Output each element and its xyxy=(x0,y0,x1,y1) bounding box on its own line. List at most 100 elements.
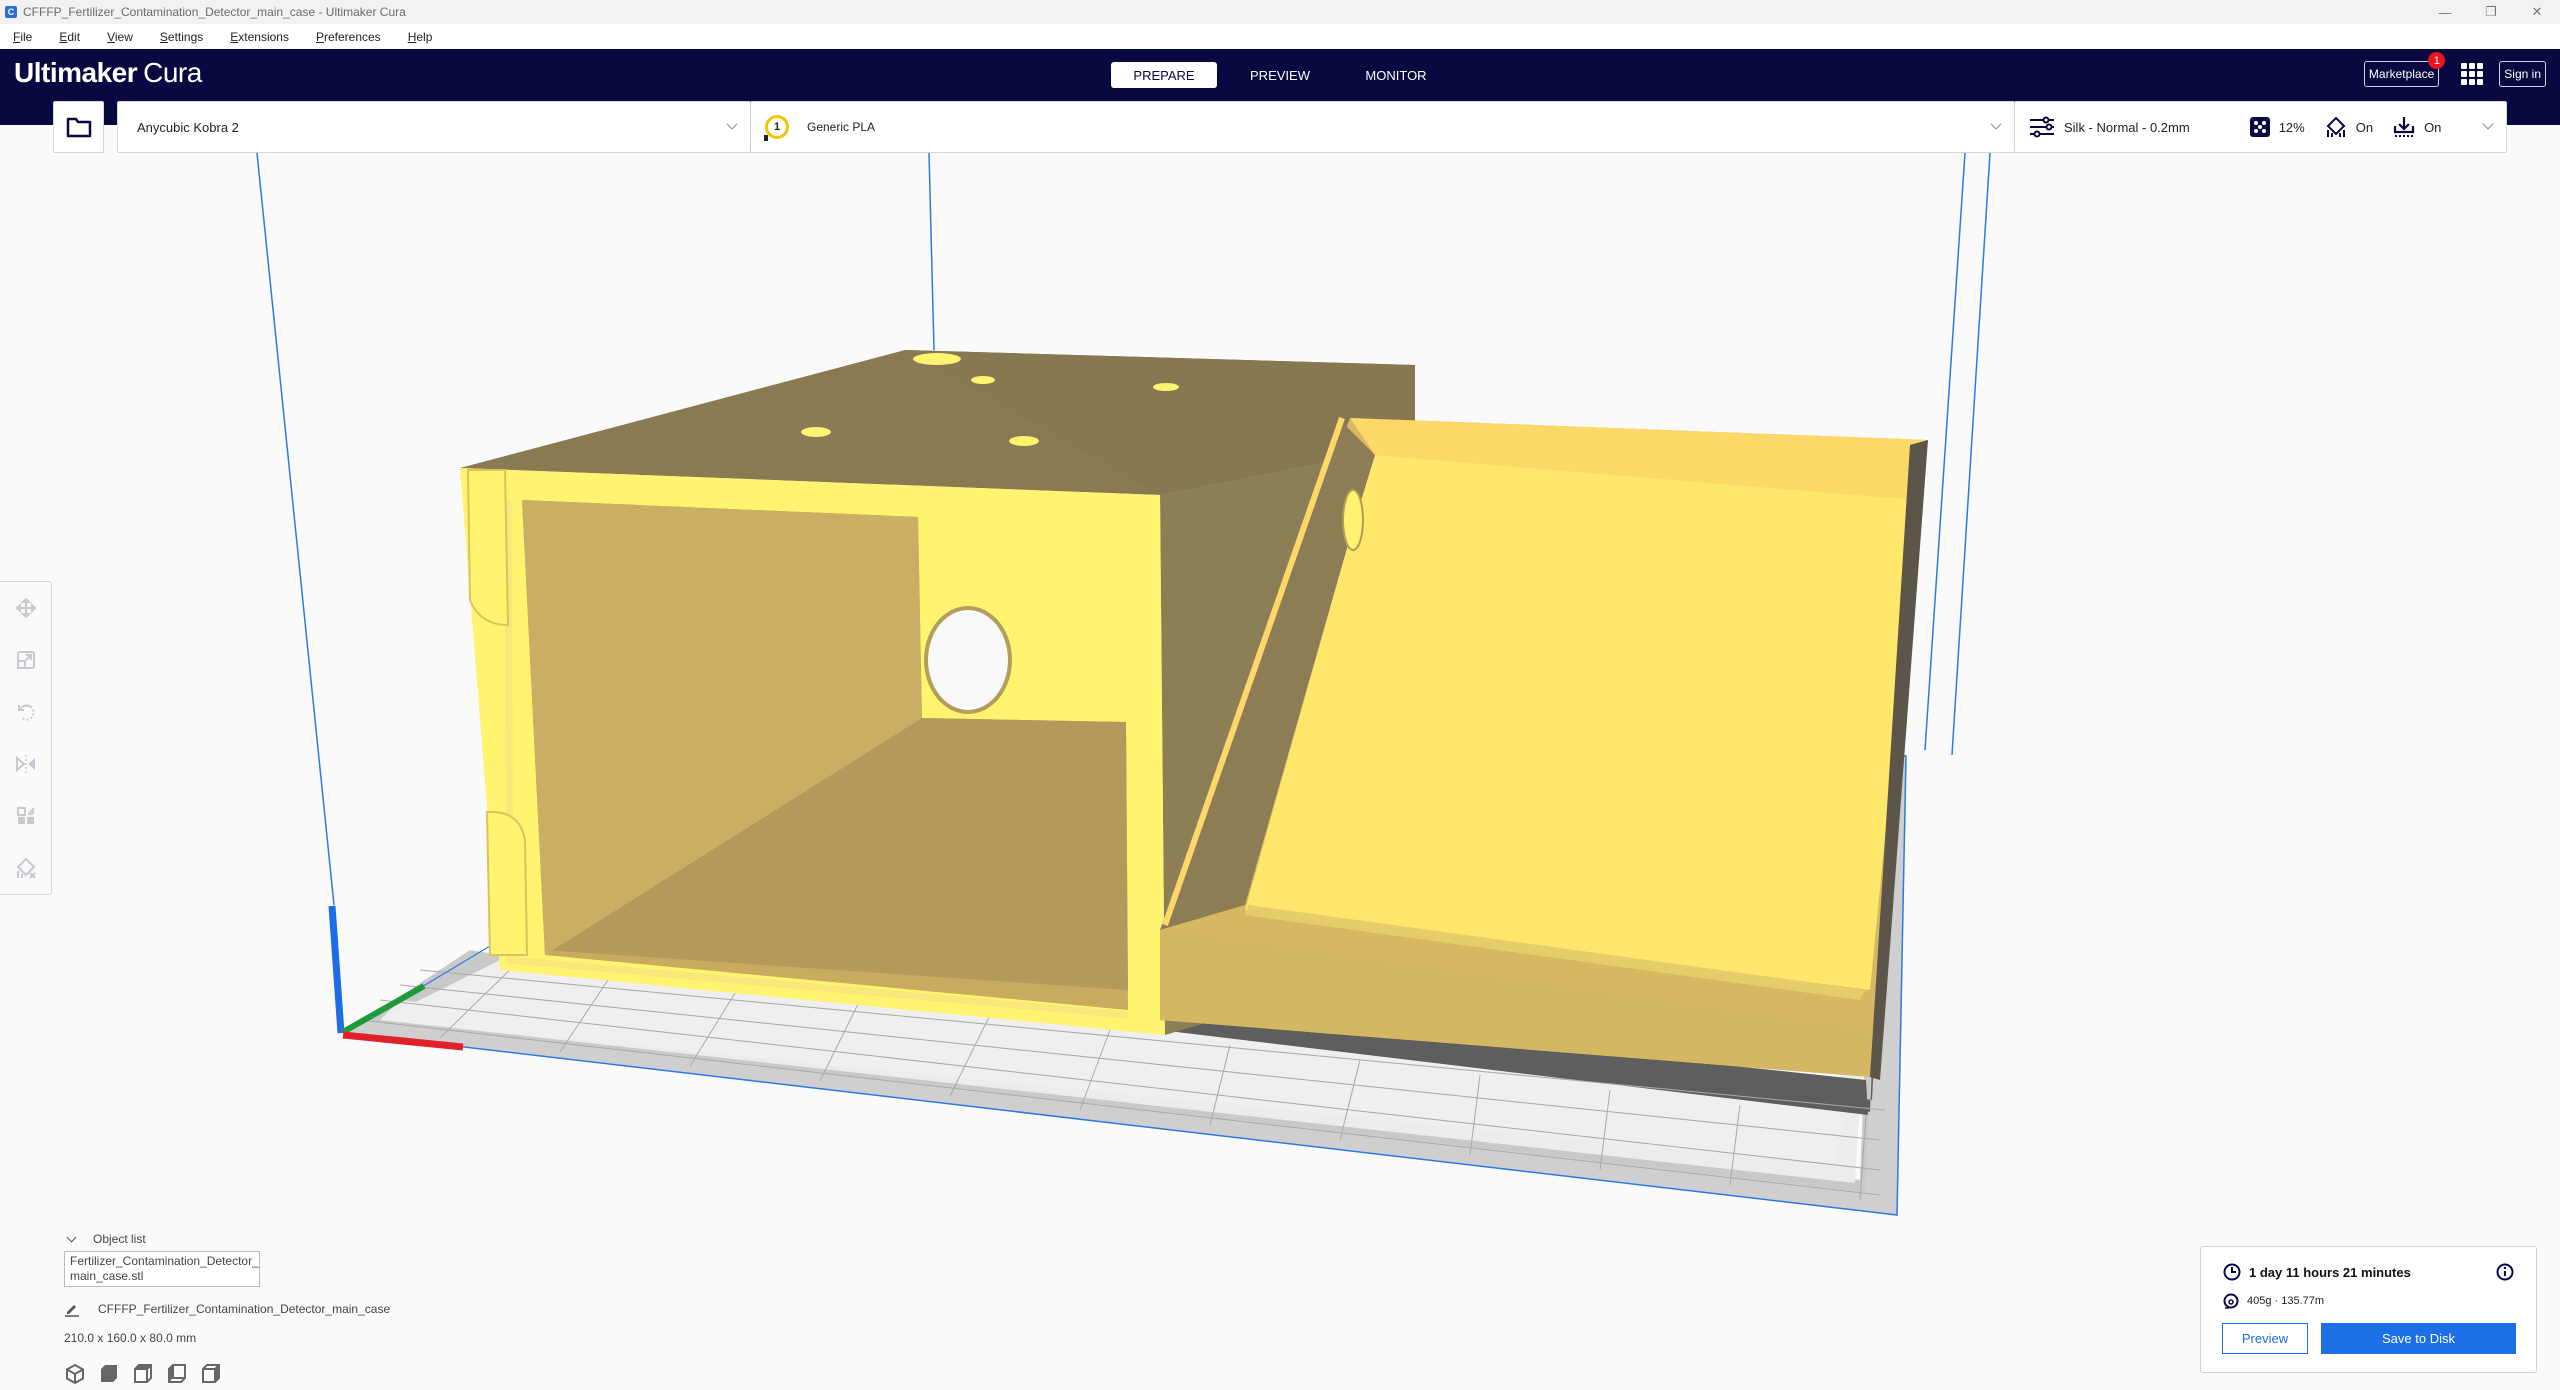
window-title: CFFFP_Fertilizer_Contamination_Detector_… xyxy=(23,5,406,19)
object-file-line-2: main_case.stl xyxy=(70,1269,144,1283)
infill-icon xyxy=(2249,117,2270,137)
3d-viewport[interactable] xyxy=(0,153,2560,1390)
front-view-icon xyxy=(101,1365,117,1382)
3d-view-button[interactable] xyxy=(64,1363,86,1388)
support-value: On xyxy=(2355,119,2374,135)
menu-preferences[interactable]: Preferences xyxy=(316,30,381,44)
notification-badge: 1 xyxy=(2428,52,2446,69)
mounting-hole xyxy=(801,427,831,437)
folder-icon xyxy=(66,117,91,138)
material-selector[interactable]: 1 Generic PLA xyxy=(750,101,2015,153)
menu-extensions[interactable]: Extensions xyxy=(230,30,289,44)
extruder-badge-icon: 1 xyxy=(764,115,789,141)
mounting-hole xyxy=(1009,436,1039,446)
3d-view-icon xyxy=(66,1363,84,1385)
per-model-settings-icon xyxy=(17,807,35,824)
tray-side-hole xyxy=(1342,489,1364,551)
job-name[interactable]: CFFFP_Fertilizer_Contamination_Detector_… xyxy=(98,1302,390,1316)
mounting-hole xyxy=(971,376,995,384)
marketplace-button[interactable]: Marketplace 1 xyxy=(2363,52,2446,87)
logo-light-text: Cura xyxy=(143,57,202,88)
print-time: 1 day 11 hours 21 minutes xyxy=(2249,1264,2411,1280)
menu-view[interactable]: View xyxy=(107,30,133,44)
close-button[interactable]: ✕ xyxy=(2514,0,2560,24)
tab-prepare[interactable]: PREPARE xyxy=(1111,62,1217,88)
object-dimensions: 210.0 x 160.0 x 80.0 mm xyxy=(64,1331,197,1345)
right-view-button[interactable] xyxy=(200,1363,222,1388)
pencil-icon[interactable] xyxy=(64,1301,80,1317)
material-usage: 405g · 135.77m xyxy=(2247,1295,2325,1307)
object-list-panel: Object list Fertilizer_Contamination_Det… xyxy=(64,1232,390,1388)
right-view-icon xyxy=(202,1364,220,1383)
object-list-item[interactable]: Fertilizer_Contamination_Detector_ main_… xyxy=(64,1251,260,1287)
profile-name: Silk - Normal - 0.2mm xyxy=(2064,119,2190,135)
menu-help[interactable]: Help xyxy=(408,30,433,44)
printer-selector[interactable]: Anycubic Kobra 2 xyxy=(117,101,751,153)
save-to-disk-button[interactable]: Save to Disk xyxy=(2321,1323,2516,1354)
transform-toolbox xyxy=(0,581,52,895)
build-volume-edge xyxy=(1951,153,1991,756)
front-view-button[interactable] xyxy=(98,1363,120,1388)
menu-settings[interactable]: Settings xyxy=(160,30,203,44)
material-name: Generic PLA xyxy=(807,120,876,134)
scale-icon xyxy=(17,651,35,669)
mirror-tool[interactable] xyxy=(0,738,52,790)
top-view-icon xyxy=(134,1364,152,1383)
print-settings-selector[interactable]: Silk - Normal - 0.2mm 12% On On xyxy=(2014,101,2507,153)
move-tool[interactable] xyxy=(0,582,52,634)
rotate-tool[interactable] xyxy=(0,686,52,738)
settings-sliders-icon xyxy=(2030,116,2054,138)
object-list-heading: Object list xyxy=(93,1232,146,1246)
chevron-down-icon xyxy=(1990,118,2002,130)
mounting-hole xyxy=(913,353,961,365)
open-file-button[interactable] xyxy=(53,101,104,153)
chevron-down-icon xyxy=(2482,118,2494,130)
maximize-button[interactable]: ❐ xyxy=(2468,0,2514,24)
build-volume-edge xyxy=(256,153,335,906)
object-file-line-1: Fertilizer_Contamination_Detector_ xyxy=(70,1254,259,1268)
marketplace-label: Marketplace xyxy=(2368,67,2435,81)
toolbar-row: Anycubic Kobra 2 1 Generic PLA Silk - No… xyxy=(0,101,2560,153)
window-title-bar: C CFFFP_Fertilizer_Contamination_Detecto… xyxy=(0,0,2560,24)
app-logo: Ultimaker Cura xyxy=(14,57,202,89)
cura-app-icon: C xyxy=(5,6,17,18)
logo-bold-text: Ultimaker xyxy=(14,57,138,88)
camera-view-buttons xyxy=(64,1363,390,1388)
clock-icon xyxy=(2223,1263,2241,1281)
top-view-button[interactable] xyxy=(132,1363,154,1388)
info-icon[interactable] xyxy=(2496,1263,2514,1281)
left-view-icon xyxy=(168,1364,186,1383)
per-model-settings-tool[interactable] xyxy=(0,790,52,842)
object-list-toggle[interactable]: Object list xyxy=(64,1232,390,1246)
build-volume-edge xyxy=(928,153,935,351)
mounting-hole xyxy=(1153,383,1179,391)
rotate-icon xyxy=(18,704,35,721)
left-view-button[interactable] xyxy=(166,1363,188,1388)
tab-preview[interactable]: PREVIEW xyxy=(1227,62,1333,88)
sign-in-button[interactable]: Sign in xyxy=(2499,61,2546,87)
scale-tool[interactable] xyxy=(0,634,52,686)
mirror-icon xyxy=(16,755,35,773)
menu-edit[interactable]: Edit xyxy=(59,30,80,44)
build-volume-edge xyxy=(1924,153,1966,751)
printer-name: Anycubic Kobra 2 xyxy=(137,119,239,135)
cable-hole xyxy=(924,606,1012,714)
apps-grid-icon[interactable] xyxy=(2461,63,2484,85)
spool-icon xyxy=(2223,1293,2239,1309)
support-blocker-icon xyxy=(16,857,36,879)
tab-monitor[interactable]: MONITOR xyxy=(1343,62,1449,88)
menu-bar: File Edit View Settings Extensions Prefe… xyxy=(0,24,2560,49)
preview-button[interactable]: Preview xyxy=(2222,1323,2308,1354)
chevron-down-icon xyxy=(726,118,738,130)
menu-file[interactable]: File xyxy=(13,30,32,44)
print-summary-panel: 1 day 11 hours 21 minutes 405g · 135.77m… xyxy=(2200,1246,2537,1373)
support-icon xyxy=(2326,116,2346,137)
move-icon xyxy=(16,598,36,618)
support-blocker-tool[interactable] xyxy=(0,842,52,894)
minimize-button[interactable]: — xyxy=(2422,0,2468,24)
stage-tabs: PREPARE PREVIEW MONITOR xyxy=(1111,62,1459,88)
adhesion-icon xyxy=(2393,117,2415,137)
adhesion-value: On xyxy=(2424,119,2442,135)
infill-value: 12% xyxy=(2278,119,2305,135)
chevron-down-icon xyxy=(66,1232,77,1242)
